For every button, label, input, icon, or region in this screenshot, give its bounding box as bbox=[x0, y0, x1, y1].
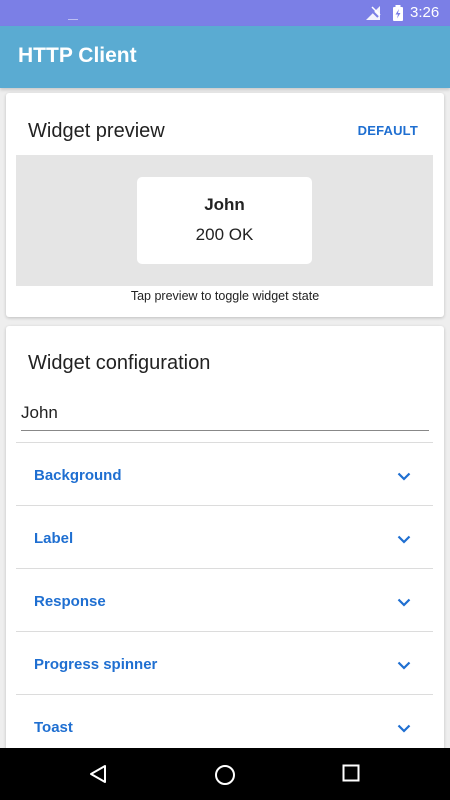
preview-area: John 200 OK bbox=[16, 155, 433, 286]
section-label: Background bbox=[34, 467, 122, 484]
section-label: Response bbox=[34, 593, 106, 610]
preview-hint: Tap preview to toggle widget state bbox=[130, 289, 320, 303]
battery-charging-icon bbox=[393, 5, 403, 25]
section-progress-spinner[interactable]: Progress spinner bbox=[16, 631, 433, 694]
app-title: HTTP Client bbox=[18, 44, 137, 67]
status-time: 3:26 bbox=[410, 4, 440, 21]
widget-preview-title: Widget preview bbox=[28, 120, 165, 142]
section-label: Toast bbox=[34, 719, 73, 736]
navigation-bar bbox=[0, 748, 450, 800]
status-bar: 3:26 bbox=[0, 0, 450, 26]
chevron-down-icon bbox=[397, 720, 411, 738]
name-input[interactable] bbox=[21, 398, 429, 431]
back-icon[interactable] bbox=[88, 764, 108, 789]
section-label-config[interactable]: Label bbox=[16, 505, 433, 568]
chevron-down-icon bbox=[397, 657, 411, 675]
home-icon[interactable] bbox=[214, 764, 236, 791]
chevron-down-icon bbox=[397, 531, 411, 549]
widget-configuration-title: Widget configuration bbox=[28, 352, 211, 374]
notification-indicator bbox=[68, 19, 78, 20]
widget-preview-card: Widget preview DEFAULT John 200 OK Tap p… bbox=[6, 93, 444, 317]
section-response[interactable]: Response bbox=[16, 568, 433, 631]
recents-icon[interactable] bbox=[342, 764, 360, 787]
section-label: Progress spinner bbox=[34, 656, 158, 673]
chevron-down-icon bbox=[397, 468, 411, 486]
app-bar: HTTP Client bbox=[0, 26, 450, 88]
widget-configuration-card: Widget configuration Background Label Re… bbox=[6, 326, 444, 756]
section-toast[interactable]: Toast bbox=[16, 694, 433, 756]
widget-preview[interactable]: John 200 OK bbox=[137, 177, 312, 264]
section-background[interactable]: Background bbox=[16, 442, 433, 505]
no-signal-icon bbox=[366, 5, 382, 25]
widget-response: 200 OK bbox=[195, 225, 254, 244]
section-label: Label bbox=[34, 530, 74, 547]
config-section-list: Background Label Response Progress spinn… bbox=[16, 442, 433, 756]
chevron-down-icon bbox=[397, 594, 411, 612]
widget-label: John bbox=[204, 195, 245, 214]
default-button[interactable]: DEFAULT bbox=[358, 123, 418, 138]
